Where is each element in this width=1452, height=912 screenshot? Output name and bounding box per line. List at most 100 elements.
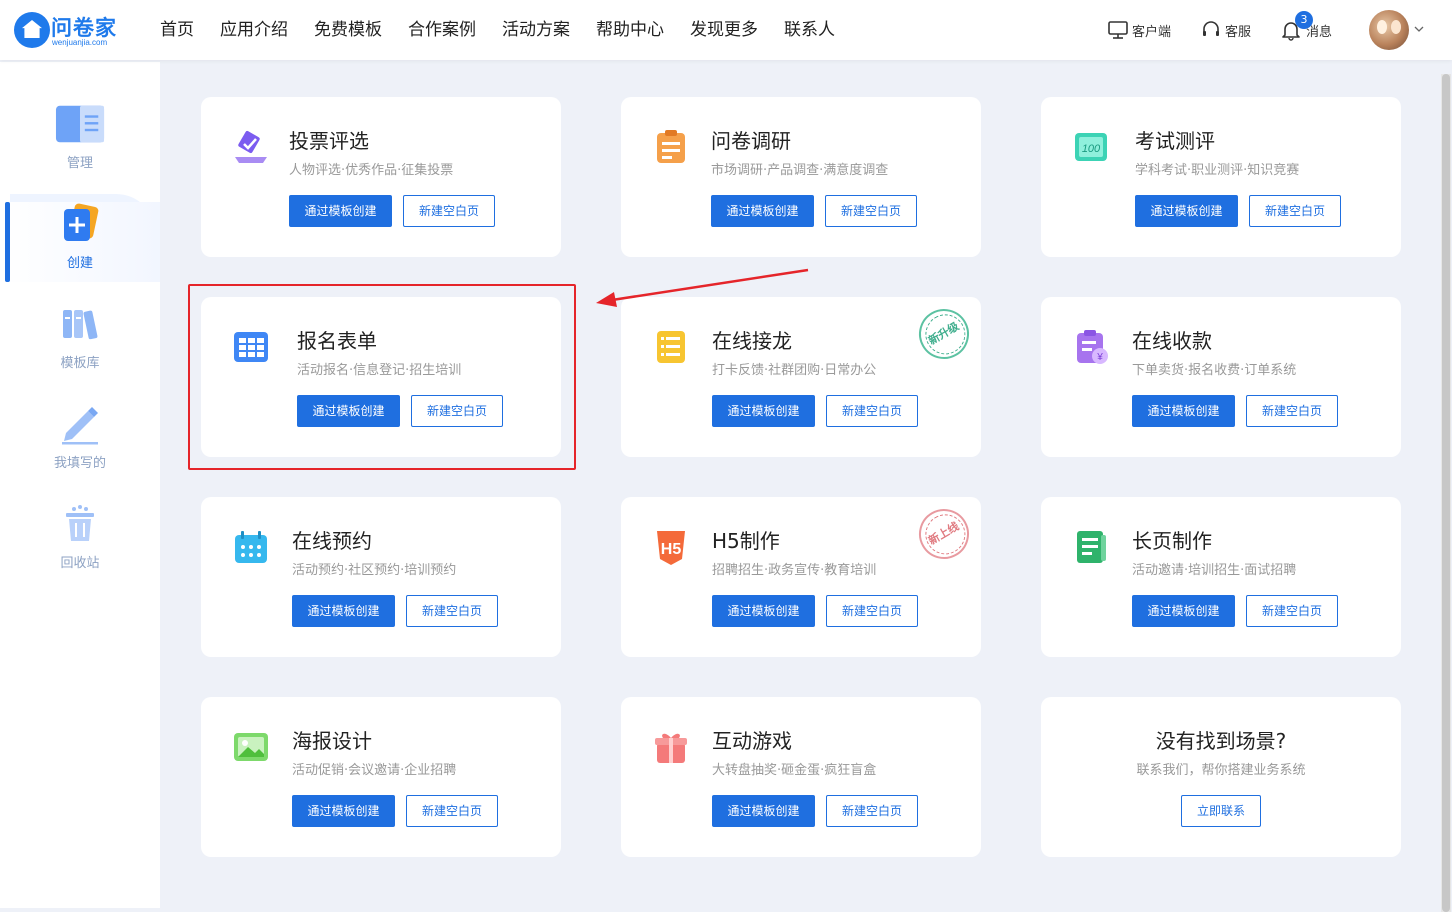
page-scrollbar[interactable] <box>1441 74 1451 912</box>
svg-text:H5: H5 <box>661 541 682 558</box>
card-title: 互动游戏 <box>712 729 792 753</box>
client-label: 客户端 <box>1132 24 1172 40</box>
card-desc: 人物评选·优秀作品·征集投票 <box>289 163 454 178</box>
card-long-page: 长页制作 活动邀请·培训招生·面试招聘 通过模板创建 新建空白页 <box>1041 497 1401 657</box>
new-blank-page-button[interactable]: 新建空白页 <box>826 595 918 627</box>
new-blank-page-button[interactable]: 新建空白页 <box>825 195 917 227</box>
sidebar-item-recycle-bin[interactable]: 回收站 <box>0 502 160 582</box>
card-contact-us: 没有找到场景? 联系我们，帮你搭建业务系统 立即联系 <box>1041 697 1401 857</box>
scrollbar-thumb[interactable] <box>1442 74 1450 912</box>
create-from-template-button[interactable]: 通过模板创建 <box>712 795 815 827</box>
card-relay: 在线接龙 打卡反馈·社群团购·日常办公 通过模板创建 新建空白页 新升级 <box>621 297 981 457</box>
sidebar-label-filled: 我填写的 <box>53 456 106 471</box>
sidebar-item-create[interactable]: 创建 <box>0 202 160 282</box>
new-blank-page-button[interactable]: 新建空白页 <box>826 795 918 827</box>
card-desc: 活动邀请·培训招生·面试招聘 <box>1132 563 1297 578</box>
nav-home[interactable]: 首页 <box>160 0 194 60</box>
user-avatar[interactable] <box>1369 10 1409 50</box>
nav-activity-plans[interactable]: 活动方案 <box>502 0 570 60</box>
upgraded-stamp: 新升级 <box>909 299 979 369</box>
poster-icon <box>234 733 268 761</box>
card-title: 投票评选 <box>289 129 369 153</box>
create-from-template-button[interactable]: 通过模板创建 <box>1132 395 1235 427</box>
card-desc: 学科考试·职业测评·知识竞赛 <box>1135 163 1300 178</box>
new-blank-page-button[interactable]: 新建空白页 <box>406 795 498 827</box>
chevron-down-icon[interactable] <box>1414 24 1424 34</box>
service-link[interactable]: 客服 <box>1200 18 1251 42</box>
nav-help-center[interactable]: 帮助中心 <box>596 0 664 60</box>
nav-cases[interactable]: 合作案例 <box>408 0 476 60</box>
card-title: 在线预约 <box>292 529 372 553</box>
nav-discover-more[interactable]: 发现更多 <box>690 0 758 60</box>
create-from-template-button[interactable]: 通过模板创建 <box>1135 195 1238 227</box>
new-blank-page-button[interactable]: 新建空白页 <box>1249 195 1341 227</box>
new-blank-page-button[interactable]: 新建空白页 <box>1246 595 1338 627</box>
create-from-template-button[interactable]: 通过模板创建 <box>289 195 392 227</box>
service-label: 客服 <box>1225 24 1252 40</box>
message-count-badge: 3 <box>1295 11 1313 29</box>
new-blank-page-button[interactable]: 新建空白页 <box>826 395 918 427</box>
h5-icon: H5 <box>657 531 685 565</box>
sidebar: 管理 创建 模板库 我填写的 回收站 <box>0 62 160 908</box>
top-header: 问卷家 wenjuanjia.com 首页 应用介绍 免费模板 合作案例 活动方… <box>0 0 1452 60</box>
pen-icon <box>55 402 105 446</box>
sidebar-label-manage: 管理 <box>66 156 93 171</box>
payment-icon: ¥ <box>1077 330 1108 364</box>
manage-icon <box>55 102 105 146</box>
contact-card-title: 没有找到场景? <box>1155 729 1287 753</box>
card-title: 在线接龙 <box>712 329 792 353</box>
sidebar-item-manage[interactable]: 管理 <box>0 102 160 182</box>
logo[interactable]: 问卷家 wenjuanjia.com <box>14 12 126 50</box>
nav-free-templates[interactable]: 免费模板 <box>314 0 382 60</box>
card-survey: 问卷调研 市场调研·产品调查·满意度调查 通过模板创建 新建空白页 <box>621 97 981 257</box>
svg-text:100: 100 <box>1082 143 1101 155</box>
new-blank-page-button[interactable]: 新建空白页 <box>406 595 498 627</box>
card-h5: H5 H5制作 招聘招生·政务宣传·教育培训 通过模板创建 新建空白页 新上线 <box>621 497 981 657</box>
card-desc: 大转盘抽奖·砸金蛋·疯狂盲盒 <box>712 763 877 778</box>
gift-icon <box>655 733 687 763</box>
template-library-icon <box>55 302 105 346</box>
card-payment: ¥ 在线收款 下单卖货·报名收费·订单系统 通过模板创建 新建空白页 <box>1041 297 1401 457</box>
new-blank-page-button[interactable]: 新建空白页 <box>1246 395 1338 427</box>
svg-text:¥: ¥ <box>1096 352 1103 363</box>
create-from-template-button[interactable]: 通过模板创建 <box>292 795 395 827</box>
create-from-template-button[interactable]: 通过模板创建 <box>711 195 814 227</box>
card-poster: 海报设计 活动促销·会议邀请·企业招聘 通过模板创建 新建空白页 <box>201 697 561 857</box>
contact-now-button[interactable]: 立即联系 <box>1181 795 1261 827</box>
card-exam: 100 考试测评 学科考试·职业测评·知识竞赛 通过模板创建 新建空白页 <box>1041 97 1401 257</box>
main-nav: 首页 应用介绍 免费模板 合作案例 活动方案 帮助中心 发现更多 联系人 <box>160 0 861 60</box>
card-desc: 市场调研·产品调查·满意度调查 <box>711 163 889 178</box>
card-game: 互动游戏 大转盘抽奖·砸金蛋·疯狂盲盒 通过模板创建 新建空白页 <box>621 697 981 857</box>
sidebar-item-filled[interactable]: 我填写的 <box>0 402 160 482</box>
create-from-template-button[interactable]: 通过模板创建 <box>1132 595 1235 627</box>
create-from-template-button[interactable]: 通过模板创建 <box>712 395 815 427</box>
contact-card-desc: 联系我们，帮你搭建业务系统 <box>1136 763 1306 778</box>
nav-app-intro[interactable]: 应用介绍 <box>220 0 288 60</box>
card-title: 长页制作 <box>1132 529 1212 553</box>
vote-icon <box>235 130 267 163</box>
new-blank-page-button[interactable]: 新建空白页 <box>403 195 495 227</box>
sidebar-item-template-library[interactable]: 模板库 <box>0 302 160 382</box>
sidebar-label-recycle-bin: 回收站 <box>60 556 100 571</box>
nav-contacts[interactable]: 联系人 <box>784 0 835 60</box>
logo-domain: wenjuanjia.com <box>52 38 108 47</box>
trash-icon <box>55 502 105 546</box>
card-desc: 招聘招生·政务宣传·教育培训 <box>712 563 877 578</box>
create-from-template-button[interactable]: 通过模板创建 <box>292 595 395 627</box>
annotation-arrow-icon <box>596 268 809 307</box>
logo-house-icon <box>14 12 50 48</box>
card-desc: 活动预约·社区预约·培训预约 <box>292 563 457 578</box>
long-page-icon <box>1077 531 1106 563</box>
card-title: 海报设计 <box>292 729 372 753</box>
new-launch-stamp: 新上线 <box>909 499 979 569</box>
card-desc: 下单卖货·报名收费·订单系统 <box>1132 363 1297 378</box>
headset-icon <box>1203 21 1219 36</box>
card-title: 问卷调研 <box>711 129 791 153</box>
create-from-template-button[interactable]: 通过模板创建 <box>712 595 815 627</box>
messages-link[interactable]: 3 消息 <box>1279 11 1332 42</box>
client-link[interactable]: 客户端 <box>1107 18 1171 42</box>
card-vote: 投票评选 人物评选·优秀作品·征集投票 通过模板创建 新建空白页 <box>201 97 561 257</box>
survey-icon <box>657 130 685 163</box>
card-desc: 打卡反馈·社群团购·日常办公 <box>712 363 877 378</box>
relay-icon <box>657 331 685 363</box>
